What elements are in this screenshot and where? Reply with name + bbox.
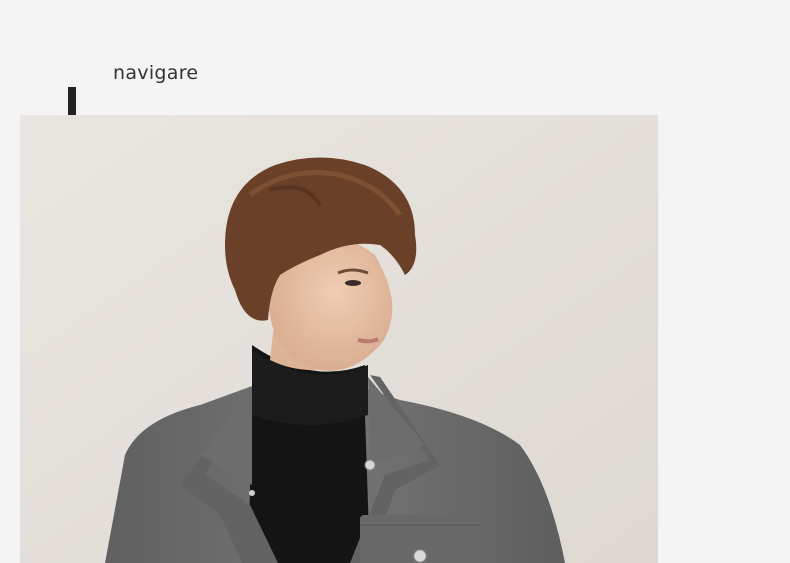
pocket-button bbox=[413, 549, 427, 563]
coat-button bbox=[249, 490, 255, 496]
brand-logo-text[interactable]: navigare bbox=[113, 62, 198, 84]
hero-image bbox=[20, 115, 658, 563]
model-illustration bbox=[20, 115, 658, 563]
coat-button bbox=[364, 459, 376, 471]
